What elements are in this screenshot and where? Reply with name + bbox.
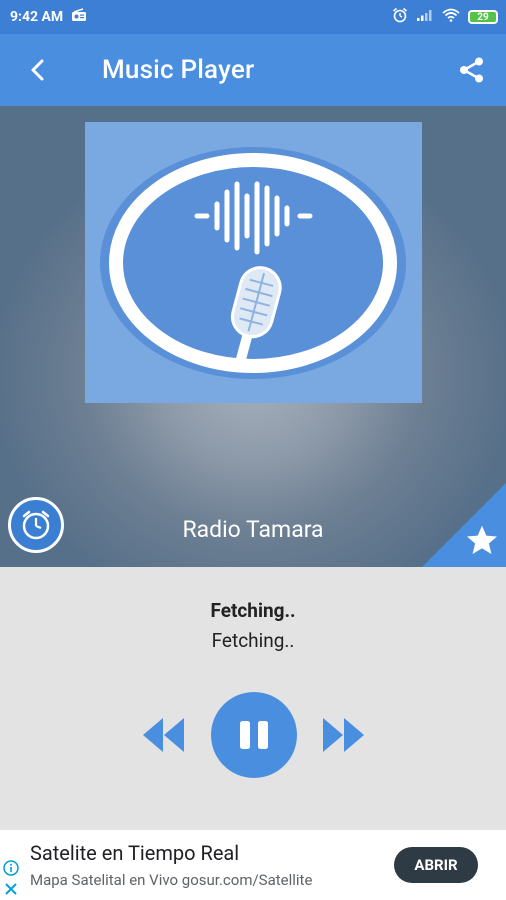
status-bar: 9:42 AM 29 bbox=[0, 0, 506, 34]
rewind-button[interactable] bbox=[141, 716, 185, 754]
ad-banner[interactable]: Satelite en Tiempo Real Mapa Satelital e… bbox=[0, 830, 506, 900]
playback-controls bbox=[0, 692, 506, 778]
pause-icon bbox=[240, 721, 268, 749]
share-icon bbox=[460, 57, 483, 83]
play-pause-button[interactable] bbox=[211, 692, 297, 778]
player-panel: Fetching.. Fetching.. bbox=[0, 567, 506, 830]
ad-open-button[interactable]: ABRIR bbox=[394, 847, 478, 883]
close-icon[interactable] bbox=[3, 881, 19, 897]
track-subtitle: Fetching.. bbox=[211, 629, 295, 652]
arrow-back-icon bbox=[31, 59, 44, 81]
station-artwork bbox=[85, 122, 422, 403]
favorite-button[interactable] bbox=[464, 523, 500, 559]
signal-icon bbox=[416, 8, 434, 26]
alarm-icon bbox=[392, 7, 408, 27]
app-bar: Music Player bbox=[0, 34, 506, 106]
page-title: Music Player bbox=[102, 55, 255, 85]
back-button[interactable] bbox=[10, 34, 66, 106]
battery-icon: 29 bbox=[468, 10, 498, 24]
fast-forward-icon bbox=[323, 718, 364, 752]
hero-area: Radio Tamara bbox=[0, 106, 506, 567]
ad-title[interactable]: Satelite en Tiempo Real bbox=[30, 841, 239, 865]
rewind-icon bbox=[143, 718, 184, 752]
radio-icon bbox=[71, 8, 87, 26]
share-button[interactable] bbox=[442, 34, 502, 106]
star-icon bbox=[467, 525, 497, 555]
wifi-icon bbox=[442, 8, 460, 26]
fast-forward-button[interactable] bbox=[322, 716, 366, 754]
ad-subtitle[interactable]: Mapa Satelital en Vivo gosur.com/Satelli… bbox=[30, 871, 312, 889]
info-icon[interactable] bbox=[3, 860, 19, 876]
microphone-soundwave-icon bbox=[100, 147, 406, 379]
track-title: Fetching.. bbox=[210, 599, 296, 622]
status-time: 9:42 AM bbox=[10, 9, 64, 25]
